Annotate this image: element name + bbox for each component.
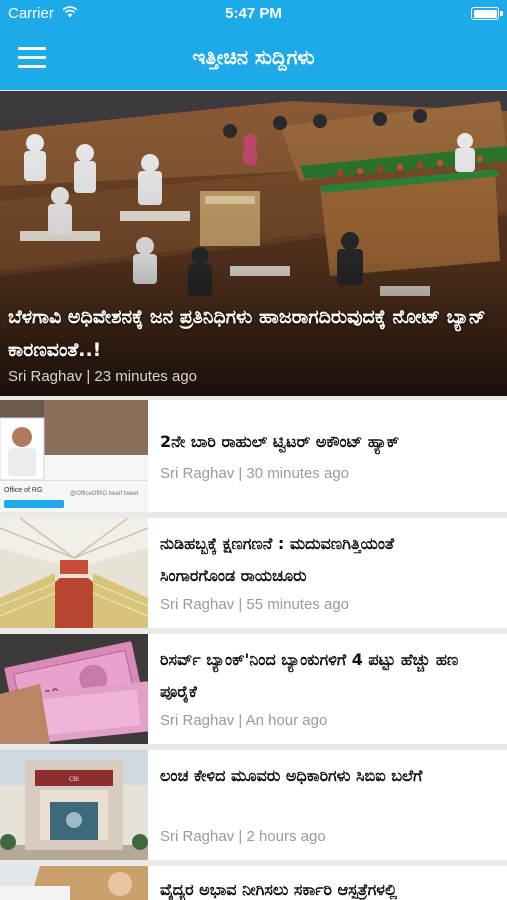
battery-icon [471, 7, 503, 20]
svg-text:Office of RG: Office of RG [4, 487, 42, 494]
page-title: ಇತ್ತೀಚಿನ ಸುದ್ದಿಗಳು [192, 45, 315, 69]
featured-article-meta: Sri Raghav | 23 minutes ago [8, 368, 198, 385]
article-title: 2ನೇ ಬಾರಿ ರಾಹುಲ್ ಟ್ವಿಟರ್ ಅಕೌಂಟ್ ಹ್ಯಾಕ್ [160, 432, 400, 451]
article-thumbnail: Office of RG @OfficeOfRG heart tweet [0, 400, 148, 512]
list-item[interactable]: Office of RG @OfficeOfRG heart tweet 2ನೇ… [0, 400, 507, 512]
article-meta: Sri Raghav | 30 minutes ago [160, 465, 350, 482]
list-item[interactable]: 2000 ರಿಸರ್ವ್ ಬ್ಯಾಂಕ್'ನಿಂದ ಬ್ಯಾಂಕುಗಳಿಗೆ 4… [0, 634, 507, 744]
svg-text:CBI: CBI [69, 776, 79, 783]
featured-article-title: ಬೆಳಗಾವಿ ಅಧಿವೇಶನಕ್ಕೆ ಜನ ಪ್ರತಿನಿಧಿಗಳು ಹಾಜರ… [8, 306, 486, 361]
list-item[interactable]: ನುಡಿಹಬ್ಬಕ್ಕೆ ಕ್ಷಣಗಣನೆ : ಮದುವಣಗಿತ್ತಿಯಂತೆ … [0, 518, 507, 628]
article-title: ಲಂಚ ಕೇಳಿದ ಮೂವರು ಅಧಿಕಾರಿಗಳು ಸಿಬಿಐ ಬಲೆಗೆ [160, 766, 423, 785]
article-meta: Sri Raghav | 2 hours ago [160, 828, 326, 845]
list-item[interactable]: ವೈದ್ಯರ ಅಭಾವ ನೀಗಿಸಲು ಸರ್ಕಾರಿ ಆಸ್ಪತ್ರೆಗಳಲ್… [0, 866, 507, 900]
article-thumbnail: CBI [0, 750, 148, 860]
status-bar: Carrier 5:47 PM [0, 0, 507, 28]
article-title: ವೈದ್ಯರ ಅಭಾವ ನೀಗಿಸಲು ಸರ್ಕಾರಿ ಆಸ್ಪತ್ರೆಗಳಲ್… [160, 880, 398, 899]
navigation-bar: ಇತ್ತೀಚಿನ ಸುದ್ದಿಗಳು [0, 28, 507, 90]
article-thumbnail [0, 866, 148, 900]
article-meta: Sri Raghav | 55 minutes ago [160, 596, 350, 613]
article-title: ನುಡಿಹಬ್ಬಕ್ಕೆ ಕ್ಷಣಗಣನೆ : ಮದುವಣಗಿತ್ತಿಯಂತೆ … [160, 534, 395, 585]
clock-time: 5:47 PM [225, 5, 282, 22]
featured-article[interactable]: ಬೆಳಗಾವಿ ಅಧಿವೇಶನಕ್ಕೆ ಜನ ಪ್ರತಿನಿಧಿಗಳು ಹಾಜರ… [0, 91, 507, 396]
article-title: ರಿಸರ್ವ್ ಬ್ಯಾಂಕ್'ನಿಂದ ಬ್ಯಾಂಕುಗಳಿಗೆ 4 ಪಟ್ಟ… [160, 650, 459, 701]
svg-text:@OfficeOfRG heart tweet: @OfficeOfRG heart tweet [70, 491, 139, 497]
article-meta: Sri Raghav | An hour ago [160, 712, 328, 729]
article-thumbnail: 2000 [0, 634, 148, 744]
list-item[interactable]: CBI ಲಂಚ ಕೇಳಿದ ಮೂವರು ಅಧಿಕಾರಿಗಳು ಸಿಬಿಐ ಬಲೆ… [0, 750, 507, 860]
article-thumbnail [0, 518, 148, 628]
